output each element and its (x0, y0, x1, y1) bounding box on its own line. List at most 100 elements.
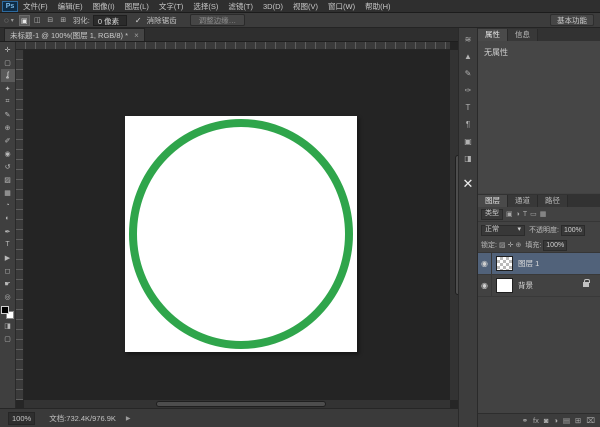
dock-panel-icon-7[interactable]: ▣ (460, 134, 476, 149)
dock-panel-icon-5[interactable]: T (460, 100, 476, 115)
menu-select[interactable]: 选择(S) (188, 0, 223, 13)
menu-file[interactable]: 文件(F) (18, 0, 53, 13)
lock-position-icon[interactable]: ⊕ (515, 241, 521, 249)
layers-panel-tabs: 图层 通道 路径 (478, 194, 600, 207)
tab-info[interactable]: 信息 (508, 29, 538, 41)
menu-edit[interactable]: 编辑(E) (53, 0, 88, 13)
menu-type[interactable]: 文字(T) (154, 0, 189, 13)
zoom-tool[interactable]: ◎ (1, 290, 15, 303)
dock-panel-icon-1[interactable]: ≋ (460, 32, 476, 47)
menu-3d[interactable]: 3D(D) (258, 0, 288, 13)
hand-tool[interactable]: ☛ (1, 277, 15, 290)
gradient-tool[interactable]: ▦ (1, 186, 15, 199)
link-layers-icon[interactable]: ⚭ (522, 416, 528, 425)
history-brush-tool[interactable]: ↺ (1, 160, 15, 173)
blend-mode-dropdown[interactable]: 正常 ▾ (481, 225, 525, 236)
healing-brush-tool[interactable]: ⊕ (1, 121, 15, 134)
type-tool[interactable]: T (1, 238, 15, 251)
horizontal-scroll-thumb[interactable] (156, 401, 326, 407)
feather-input[interactable]: 0 像素 (93, 15, 127, 26)
eyedropper-tool[interactable]: ✎ (1, 108, 15, 121)
dock-panel-icon-4[interactable]: ✑ (460, 83, 476, 98)
properties-panel-body: 无属性 (478, 41, 600, 193)
antialias-checkbox[interactable]: ✓ (135, 16, 142, 25)
brush-tool[interactable]: ✐ (1, 134, 15, 147)
filter-pixel-icon[interactable]: ▣ (506, 210, 513, 218)
selection-mode-intersect-button[interactable]: ⊞ (58, 15, 69, 26)
antialias-label[interactable]: 消除锯齿 (147, 15, 177, 26)
pen-tool[interactable]: ✒ (1, 225, 15, 238)
dock-panel-icon-3[interactable]: ✎ (460, 66, 476, 81)
blur-tool[interactable]: ◔ (1, 199, 15, 212)
dock-panel-icon-6[interactable]: ¶ (460, 117, 476, 132)
fill-field[interactable]: 100% (543, 240, 567, 251)
filter-type-icon[interactable]: T (523, 211, 527, 218)
adjustment-layer-icon[interactable]: ◑ (553, 416, 558, 425)
visibility-eye-icon[interactable]: ◉ (478, 275, 492, 296)
quick-mask-button[interactable]: ◨ (1, 319, 15, 332)
dock-panel-icon-8[interactable]: ◨ (460, 151, 476, 166)
lock-transparency-icon[interactable]: ▨ (499, 241, 506, 249)
selection-mode-subtract-button[interactable]: ⊟ (45, 15, 56, 26)
tab-channels[interactable]: 通道 (508, 195, 538, 207)
horizontal-scrollbar[interactable] (24, 400, 450, 408)
document-tab[interactable]: 未标题-1 @ 100%(图层 1, RGB/8) * × (4, 28, 145, 41)
path-select-tool[interactable]: ▶ (1, 251, 15, 264)
layer-mask-icon[interactable]: ◙ (544, 416, 549, 425)
tab-properties[interactable]: 属性 (478, 29, 508, 41)
menu-image[interactable]: 图像(I) (88, 0, 120, 13)
dock-panel-icon-2[interactable]: ▲ (460, 49, 476, 64)
selection-mode-new-button[interactable]: ▣ (19, 15, 30, 26)
vertical-scrollbar[interactable] (450, 50, 458, 400)
menu-window[interactable]: 窗口(W) (323, 0, 360, 13)
close-panel-x-icon[interactable]: ✕ (460, 176, 476, 191)
eraser-tool[interactable]: ▨ (1, 173, 15, 186)
document-canvas[interactable] (125, 116, 357, 352)
layer-row-background[interactable]: ◉ 背景 (478, 275, 600, 297)
layer-name[interactable]: 图层 1 (518, 258, 600, 269)
color-swatches[interactable] (1, 306, 14, 319)
new-layer-icon[interactable]: ⊞ (575, 416, 581, 425)
lasso-tool[interactable]: ʆ (1, 69, 15, 82)
document-tab-bar: 未标题-1 @ 100%(图层 1, RGB/8) * × (0, 28, 458, 42)
collapsed-panel-dock: ≋ ▲ ✎ ✑ T ¶ ▣ ◨ ✕ (458, 28, 478, 427)
lock-pixels-icon[interactable]: ✛ (508, 241, 514, 249)
workspace-switcher[interactable]: 基本功能 (550, 14, 594, 26)
filter-smart-object-icon[interactable]: ▦ (540, 210, 547, 218)
dodge-tool[interactable]: ◐ (1, 212, 15, 225)
clone-stamp-tool[interactable]: ◉ (1, 147, 15, 160)
tab-layers[interactable]: 图层 (478, 195, 508, 207)
magic-wand-tool[interactable]: ✦ (1, 82, 15, 95)
refine-edge-button[interactable]: 调整边缘… (190, 14, 246, 26)
filter-adjustment-icon[interactable]: ◑ (516, 211, 520, 218)
menu-layer[interactable]: 图层(L) (120, 0, 154, 13)
layer-thumbnail[interactable] (496, 256, 513, 271)
filter-shape-icon[interactable]: ▭ (530, 210, 537, 218)
close-icon[interactable]: × (134, 31, 139, 40)
tool-preset-picker[interactable]: ◌ ▾ (0, 16, 18, 25)
options-bar: ◌ ▾ ▣ ◫ ⊟ ⊞ 羽化: 0 像素 ✓ 消除锯齿 调整边缘… 基本功能 (0, 13, 600, 28)
zoom-level-field[interactable]: 100% (8, 412, 35, 425)
screen-mode-button[interactable]: ▢ (1, 332, 15, 345)
foreground-color-swatch[interactable] (1, 306, 9, 314)
tab-paths[interactable]: 路径 (538, 195, 568, 207)
move-tool[interactable]: ✛ (1, 43, 15, 56)
opacity-field[interactable]: 100% (561, 225, 585, 236)
menu-filter[interactable]: 滤镜(T) (223, 0, 258, 13)
layer-filter-kind-dropdown[interactable]: 类型 (481, 209, 503, 220)
menu-view[interactable]: 视图(V) (288, 0, 323, 13)
delete-layer-icon[interactable]: ⌧ (586, 416, 595, 425)
marquee-tool[interactable]: ▢ (1, 56, 15, 69)
selection-mode-add-button[interactable]: ◫ (32, 15, 43, 26)
document-size-info: 文档:732.4K/976.9K (49, 413, 116, 424)
new-group-icon[interactable]: ▤ (563, 416, 570, 425)
shape-tool[interactable]: ◻ (1, 264, 15, 277)
status-options-arrow-icon[interactable]: ▶ (126, 415, 131, 422)
layer-effects-icon[interactable]: fx (533, 416, 539, 425)
visibility-eye-icon[interactable]: ◉ (478, 253, 492, 274)
layer-name[interactable]: 背景 (518, 280, 583, 291)
layer-row-layer1[interactable]: ◉ 图层 1 (478, 253, 600, 275)
layer-thumbnail[interactable] (496, 278, 513, 293)
menu-help[interactable]: 帮助(H) (360, 0, 395, 13)
crop-tool[interactable]: ⌗ (1, 95, 15, 108)
